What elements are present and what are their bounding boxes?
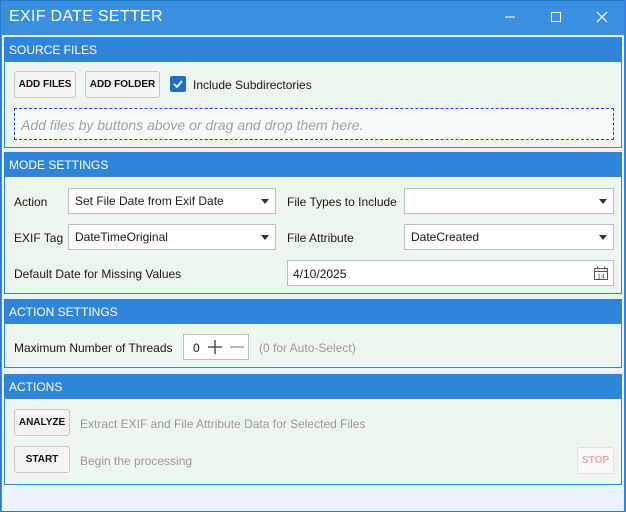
file-types-label: File Types to Include (287, 195, 397, 209)
max-threads-value[interactable]: 0 (193, 341, 200, 355)
actions-header: ACTIONS (5, 375, 621, 399)
close-button[interactable] (579, 1, 625, 33)
calendar-icon[interactable]: 14 (593, 265, 609, 281)
action-label: Action (14, 195, 48, 209)
add-files-button[interactable]: ADD FILES (14, 71, 76, 98)
default-date-picker[interactable]: 4/10/2025 14 (287, 260, 614, 286)
action-select[interactable]: Set File Date from Exif Date (68, 188, 276, 214)
window-title: EXIF DATE SETTER (9, 8, 163, 25)
actions-group: ACTIONS ANALYZE Extract EXIF and File At… (4, 374, 622, 485)
title-bar[interactable]: EXIF DATE SETTER (1, 1, 625, 35)
window-content: SOURCE FILES ADD FILES ADD FOLDER Includ… (2, 35, 624, 511)
chevron-down-icon (261, 235, 269, 240)
default-date-label: Default Date for Missing Values (14, 267, 182, 281)
file-types-select[interactable] (404, 188, 614, 214)
default-date-value[interactable]: 4/10/2025 (293, 267, 346, 281)
minimize-button[interactable] (487, 1, 533, 33)
chevron-down-icon (599, 235, 607, 240)
start-button[interactable]: START (14, 446, 70, 473)
minimize-icon (505, 16, 515, 18)
mode-settings-header: MODE SETTINGS (5, 153, 621, 177)
checkmark-icon (173, 80, 183, 89)
include-subdirectories-label[interactable]: Include Subdirectories (193, 78, 312, 92)
start-description: Begin the processing (80, 454, 193, 468)
action-settings-group: ACTION SETTINGS Maximum Number of Thread… (4, 299, 622, 368)
plus-icon[interactable] (207, 339, 223, 355)
action-value: Set File Date from Exif Date (75, 194, 224, 208)
analyze-button[interactable]: ANALYZE (14, 409, 70, 436)
chevron-down-icon (599, 199, 607, 204)
max-threads-label: Maximum Number of Threads (14, 341, 173, 355)
dropzone-placeholder: Add files by buttons above or drag and d… (21, 117, 364, 133)
svg-text:14: 14 (597, 274, 605, 281)
exif-tag-select[interactable]: DateTimeOriginal (68, 224, 276, 250)
minus-icon[interactable] (229, 339, 245, 355)
file-attribute-label: File Attribute (287, 231, 354, 245)
chevron-down-icon (261, 199, 269, 204)
max-threads-stepper[interactable]: 0 (183, 334, 249, 360)
file-attribute-select[interactable]: DateCreated (404, 224, 614, 250)
close-icon (596, 11, 608, 23)
add-folder-button[interactable]: ADD FOLDER (85, 71, 160, 98)
file-attribute-value: DateCreated (411, 230, 480, 244)
max-threads-hint: (0 for Auto-Select) (259, 341, 356, 355)
exif-tag-value: DateTimeOriginal (75, 230, 168, 244)
maximize-icon (551, 12, 561, 22)
include-subdirectories-checkbox[interactable] (170, 76, 186, 92)
file-dropzone[interactable]: Add files by buttons above or drag and d… (14, 108, 614, 140)
app-window: EXIF DATE SETTER SOURCE FILES ADD FILES … (0, 0, 626, 512)
source-files-group: SOURCE FILES ADD FILES ADD FOLDER Includ… (4, 37, 622, 148)
mode-settings-group: MODE SETTINGS Action Set File Date from … (4, 152, 622, 294)
source-files-header: SOURCE FILES (5, 38, 621, 62)
stop-button[interactable]: STOP (577, 447, 614, 474)
analyze-description: Extract EXIF and File Attribute Data for… (80, 417, 366, 431)
exif-tag-label: EXIF Tag (14, 231, 64, 245)
maximize-button[interactable] (533, 1, 579, 33)
action-settings-header: ACTION SETTINGS (5, 300, 621, 324)
